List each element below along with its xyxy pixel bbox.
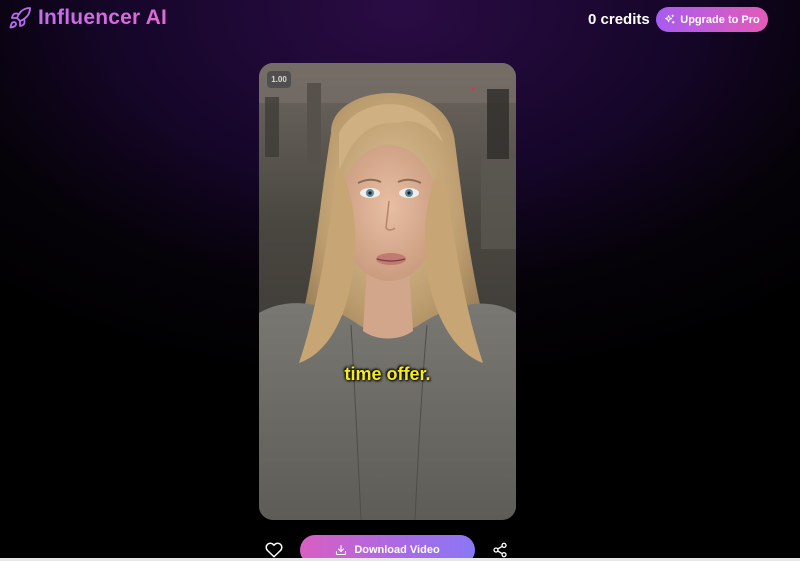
credits-count: 0 credits [588,11,650,28]
rocket-icon [9,7,31,29]
video-caption: time offer. [344,364,431,384]
upgrade-label: Upgrade to Pro [680,13,760,26]
like-button[interactable] [265,541,283,559]
download-icon [336,544,347,556]
upgrade-button[interactable]: Upgrade to Pro [656,7,768,32]
app-logo[interactable]: Influencer AI [8,6,167,30]
playback-speed-badge[interactable]: 1.00 [267,71,291,88]
app-title: Influencer AI [38,6,168,29]
download-label: Download Video [354,544,440,556]
share-icon [493,542,507,558]
app-page: Influencer AI 0 credits Upgrade to Pro 1… [0,0,800,561]
share-button[interactable] [492,541,508,559]
video-player[interactable]: 1.00 time offer. [259,63,516,520]
video-frame [259,63,516,520]
heart-icon [265,542,283,558]
sparkles-icon [665,14,675,24]
